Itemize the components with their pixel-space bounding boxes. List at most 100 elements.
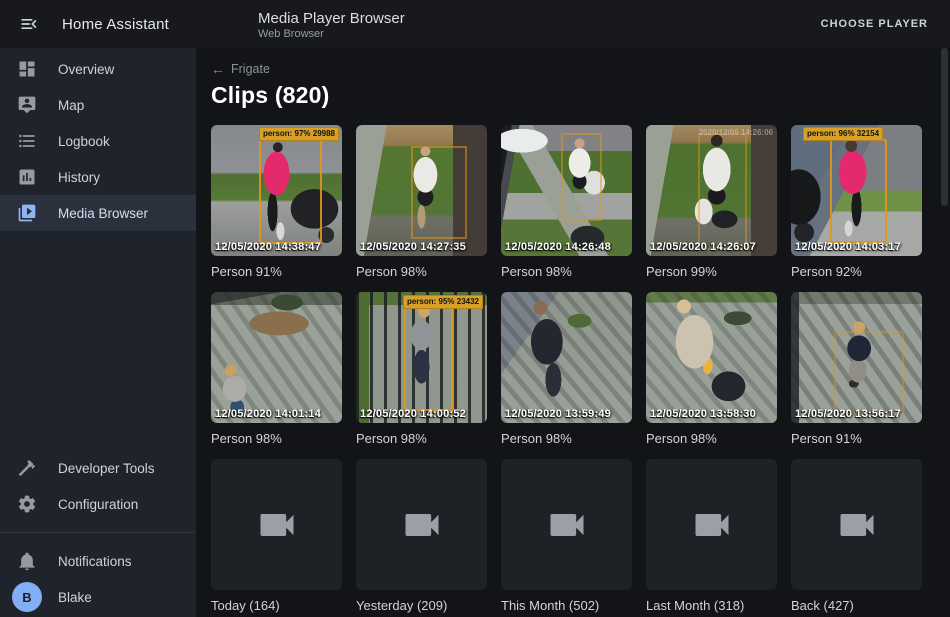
clips-grid: person: 97% 29988 12/05/2020 14:38:47 Pers… (211, 125, 950, 459)
video-icon (835, 503, 879, 547)
clip-thumbnail[interactable]: 12/05/2020 14:26:48 (501, 125, 632, 256)
sidebar-item-label: Overview (58, 62, 114, 77)
detection-bbox (834, 331, 904, 414)
clip-caption: Person 98% (356, 264, 487, 280)
main-content: ← Frigate Clips (820) person: 97% 29988 1… (196, 48, 950, 617)
sidebar-item-map[interactable]: Map (0, 87, 196, 123)
clip-card[interactable]: 2020/12/05 14:26:0612/05/2020 14:26:07 Pe… (646, 125, 777, 280)
clip-timestamp: 12/05/2020 14:27:35 (360, 241, 466, 253)
folder-card-last-month-318[interactable]: Last Month (318) (646, 459, 777, 614)
folder-label: Yesterday (209) (356, 598, 487, 614)
bell-icon (17, 551, 37, 571)
top-bar-main: Media Player Browser Web Browser CHOOSE … (196, 0, 950, 48)
sidebar-item-label: Developer Tools (58, 461, 155, 476)
tooltip-account-icon (17, 95, 37, 115)
page-header: Media Player Browser Web Browser (258, 8, 405, 41)
sidebar-item-user[interactable]: B Blake (0, 579, 196, 615)
folder-thumbnail[interactable] (356, 459, 487, 590)
folder-label: Today (164) (211, 598, 342, 614)
clip-caption: Person 98% (501, 264, 632, 280)
scrollbar-thumb[interactable] (941, 48, 948, 206)
detection-bbox (698, 133, 747, 250)
page-header-subtitle: Web Browser (258, 28, 405, 41)
folder-thumbnail[interactable] (646, 459, 777, 590)
page-title: Clips (820) (211, 82, 950, 109)
clip-caption: Person 98% (501, 431, 632, 447)
detection-bbox (561, 133, 602, 221)
sidebar-item-logbook[interactable]: Logbook (0, 123, 196, 159)
sidebar-item-label: Configuration (58, 497, 138, 512)
clip-card[interactable]: person: 95% 2343212/05/2020 14:00:52 Pers… (356, 292, 487, 447)
user-name: Blake (58, 590, 92, 605)
clip-caption: Person 99% (646, 264, 777, 280)
clip-timestamp: 12/05/2020 14:26:07 (650, 241, 756, 253)
clip-thumbnail[interactable]: person: 97% 29988 12/05/2020 14:38:47 (211, 125, 342, 256)
sidebar-item-history[interactable]: History (0, 159, 196, 195)
clip-card[interactable]: person: 96% 3215412/05/2020 14:03:17 Pers… (791, 125, 922, 280)
clip-card[interactable]: 12/05/2020 14:01:14 Person 98% (211, 292, 342, 447)
sidebar-item-notifications[interactable]: Notifications (0, 543, 196, 579)
breadcrumb-back-link[interactable]: ← Frigate (211, 61, 270, 77)
top-bar: Home Assistant Media Player Browser Web … (0, 0, 950, 48)
folder-card-today-164[interactable]: Today (164) (211, 459, 342, 614)
video-icon (255, 503, 299, 547)
clip-thumbnail[interactable]: person: 95% 2343212/05/2020 14:00:52 (356, 292, 487, 423)
play-box-multiple-icon (17, 203, 37, 223)
folder-card-this-month-502[interactable]: This Month (502) (501, 459, 632, 614)
folder-thumbnail[interactable] (501, 459, 632, 590)
video-icon (400, 503, 444, 547)
clip-timestamp: 12/05/2020 14:26:48 (505, 241, 611, 253)
sidebar-item-overview[interactable]: Overview (0, 51, 196, 87)
clip-card[interactable]: 12/05/2020 13:58:30 Person 98% (646, 292, 777, 447)
clip-card[interactable]: person: 97% 29988 12/05/2020 14:38:47 Pers… (211, 125, 342, 280)
clip-caption: Person 98% (356, 431, 487, 447)
sidebar-item-configuration[interactable]: Configuration (0, 486, 196, 522)
dashboard-icon (17, 59, 37, 79)
clip-thumbnail[interactable]: 12/05/2020 13:58:30 (646, 292, 777, 423)
clip-card[interactable]: 12/05/2020 13:56:17Person 91% (791, 292, 922, 447)
detection-label: person: 95% 23432 (403, 295, 483, 309)
clip-card[interactable]: 12/05/2020 13:59:49 Person 98% (501, 292, 632, 447)
detection-label: person: 97% 29988 (259, 127, 339, 141)
sidebar-item-developer-tools[interactable]: Developer Tools (0, 450, 196, 486)
sidebar-item-media-browser[interactable]: Media Browser (0, 195, 196, 231)
sidebar: Overview Map Logbook History Media Browser D… (0, 48, 196, 617)
folder-card-back-427[interactable]: Back (427) (791, 459, 922, 614)
list-icon (17, 131, 37, 151)
sidebar-item-label: Media Browser (58, 206, 148, 221)
body-row: Overview Map Logbook History Media Browser D… (0, 48, 950, 617)
sidebar-item-label: Logbook (58, 134, 110, 149)
sidebar-item-label: History (58, 170, 100, 185)
clip-timestamp: 12/05/2020 14:38:47 (215, 241, 321, 253)
clip-caption: Person 98% (646, 431, 777, 447)
clip-timestamp: 12/05/2020 13:58:30 (650, 408, 756, 420)
clip-thumbnail[interactable]: 2020/12/05 14:26:0612/05/2020 14:26:07 (646, 125, 777, 256)
clip-thumbnail[interactable]: person: 96% 3215412/05/2020 14:03:17 (791, 125, 922, 256)
clip-thumbnail[interactable]: 12/05/2020 14:01:14 (211, 292, 342, 423)
clip-card[interactable]: 12/05/2020 14:26:48 Person 98% (501, 125, 632, 280)
detection-bbox (411, 146, 467, 239)
clip-thumbnail[interactable]: 12/05/2020 13:59:49 (501, 292, 632, 423)
choose-player-button[interactable]: CHOOSE PLAYER (815, 17, 934, 31)
folder-label: Last Month (318) (646, 598, 777, 614)
clip-caption: Person 91% (211, 264, 342, 280)
folder-thumbnail[interactable] (211, 459, 342, 590)
detection-bbox (830, 139, 886, 243)
menu-open-button[interactable] (17, 12, 41, 36)
back-arrow-icon: ← (211, 61, 225, 77)
clip-thumbnail[interactable]: 12/05/2020 14:27:35 (356, 125, 487, 256)
folder-card-yesterday-209[interactable]: Yesterday (209) (356, 459, 487, 614)
sidebar-bottom: Developer Tools Configuration Notificatio… (0, 450, 196, 615)
folder-thumbnail[interactable] (791, 459, 922, 590)
breadcrumb: ← Frigate (211, 60, 950, 78)
clip-caption: Person 98% (211, 431, 342, 447)
clip-caption: Person 92% (791, 264, 922, 280)
app-root: Home Assistant Media Player Browser Web … (0, 0, 950, 617)
detection-bbox (404, 305, 453, 411)
folder-label: Back (427) (791, 598, 922, 614)
hammer-icon (17, 458, 37, 478)
detection-bbox (259, 135, 322, 244)
video-icon (690, 503, 734, 547)
clip-thumbnail[interactable]: 12/05/2020 13:56:17 (791, 292, 922, 423)
clip-card[interactable]: 12/05/2020 14:27:35 Person 98% (356, 125, 487, 280)
